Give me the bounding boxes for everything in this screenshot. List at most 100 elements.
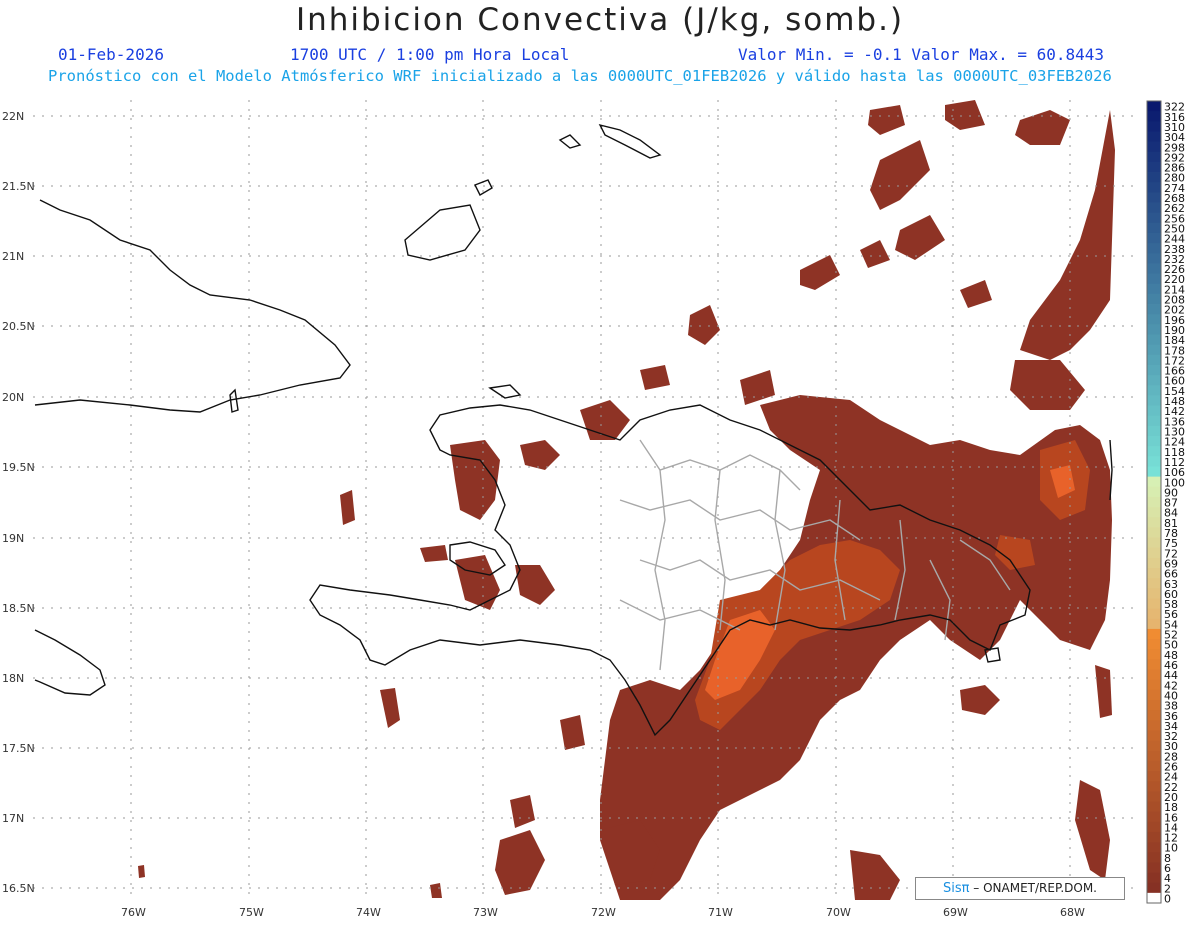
colorbar-swatch [1147, 578, 1161, 589]
lat-label-18-5n: 18.5N [2, 602, 35, 615]
lon-label-72w: 72W [591, 906, 616, 919]
colorbar-swatch [1147, 101, 1161, 112]
colorbar-swatch [1147, 628, 1161, 640]
colorbar-swatch [1147, 831, 1161, 843]
colorbar-swatch [1147, 456, 1161, 467]
colorbar-swatch [1147, 862, 1161, 873]
colorbar-swatch [1147, 507, 1161, 518]
colorbar-swatch [1147, 283, 1161, 295]
colorbar-swatch [1147, 334, 1161, 346]
colorbar-swatch [1147, 364, 1161, 376]
colorbar-swatch [1147, 811, 1161, 823]
colorbar-swatch [1147, 222, 1161, 234]
colorbar-swatch [1147, 182, 1161, 193]
colorbar-swatch [1147, 618, 1161, 630]
colorbar-swatch [1147, 872, 1161, 884]
colorbar-swatch [1147, 750, 1161, 762]
colorbar-swatch [1147, 192, 1161, 203]
colorbar-swatch [1147, 882, 1161, 894]
colorbar-swatch [1147, 476, 1161, 488]
lat-label-17-5n: 17.5N [2, 742, 35, 755]
colorbar-swatch [1147, 243, 1161, 254]
colorbar-swatch [1147, 781, 1161, 792]
longitude-labels: 76W 75W 74W 73W 72W 71W 70W 69W 68W [121, 906, 1085, 919]
colorbar-swatch [1147, 375, 1161, 386]
colorbar-swatch [1147, 436, 1161, 447]
lon-label-76w: 76W [121, 906, 146, 919]
colorbar-swatch [1147, 395, 1161, 406]
lat-label-19-5n: 19.5N [2, 461, 35, 474]
colorbar-label: 0 [1164, 892, 1171, 905]
colorbar-swatch [1147, 344, 1161, 356]
lon-label-68w: 68W [1060, 906, 1085, 919]
colorbar-swatch [1147, 253, 1161, 264]
lat-label-16-5n: 16.5N [2, 882, 35, 895]
colorbar-swatch [1147, 699, 1161, 711]
latitude-labels: 22N 21.5N 21N 20.5N 20N 19.5N 19N 18.5N … [2, 110, 35, 895]
colorbar-swatch [1147, 771, 1161, 782]
colorbar-swatch [1147, 527, 1161, 538]
credit-text: – ONAMET/REP.DOM. [973, 881, 1097, 895]
colorbar-swatch [1147, 232, 1161, 244]
colorbar: 3223163103042982922862802742682622562502… [1146, 100, 1185, 905]
colorbar-swatch [1147, 212, 1161, 224]
colorbar-swatch [1147, 385, 1161, 396]
colorbar-swatch [1147, 486, 1161, 498]
lon-label-75w: 75W [239, 906, 264, 919]
colorbar-swatch [1147, 801, 1161, 813]
lat-label-22n: 22N [2, 110, 24, 123]
colorbar-swatch [1147, 760, 1161, 772]
colorbar-swatch [1147, 567, 1161, 579]
lat-label-20-5n: 20.5N [2, 320, 35, 333]
colorbar-swatch [1147, 517, 1161, 528]
lon-label-69w: 69W [943, 906, 968, 919]
colorbar-swatch [1147, 547, 1161, 559]
colorbar-swatch [1147, 405, 1161, 417]
colorbar-swatch [1147, 354, 1161, 366]
colorbar-swatch [1147, 740, 1161, 752]
colorbar-swatch [1147, 588, 1161, 599]
colorbar-swatch [1147, 263, 1161, 274]
colorbar-swatch [1147, 293, 1161, 305]
lat-label-21-5n: 21.5N [2, 180, 35, 193]
colorbar-swatch [1147, 304, 1161, 315]
colorbar-swatch [1147, 679, 1161, 691]
lat-label-17n: 17N [2, 812, 24, 825]
cin-map: 22N 21.5N 21N 20.5N 20N 19.5N 19N 18.5N … [2, 100, 1185, 919]
colorbar-swatch [1147, 720, 1161, 731]
lon-label-71w: 71W [708, 906, 733, 919]
colorbar-swatch [1147, 892, 1161, 904]
colorbar-swatch [1147, 669, 1161, 681]
colorbar-swatch [1147, 821, 1161, 833]
colorbar-swatch [1147, 608, 1161, 620]
colorbar-swatch [1147, 659, 1161, 670]
lon-label-70w: 70W [826, 906, 851, 919]
colorbar-swatch [1147, 415, 1161, 427]
colorbar-swatch [1147, 730, 1161, 741]
colorbar-swatch [1147, 842, 1161, 853]
colorbar-swatch [1147, 496, 1161, 508]
lat-label-18n: 18N [2, 672, 24, 685]
lat-label-21n: 21N [2, 250, 24, 263]
sis-logo-text: Sisπ [942, 881, 970, 896]
lon-label-74w: 74W [356, 906, 381, 919]
colorbar-swatch [1147, 649, 1161, 660]
colorbar-swatch [1147, 273, 1161, 285]
colorbar-swatch [1147, 710, 1161, 721]
colorbar-swatch [1147, 151, 1161, 163]
colorbar-swatch [1147, 172, 1161, 183]
colorbar-swatch [1147, 111, 1161, 122]
lat-label-20n: 20N [2, 391, 24, 404]
colorbar-swatch [1147, 446, 1161, 457]
colorbar-swatch [1147, 537, 1161, 549]
colorbar-swatch [1147, 314, 1161, 325]
colorbar-swatch [1147, 425, 1161, 437]
colorbar-swatch [1147, 161, 1161, 173]
colorbar-swatch [1147, 202, 1161, 214]
credit-box: Sisπ – ONAMET/REP.DOM. [915, 877, 1125, 900]
colorbar-swatch [1147, 689, 1161, 701]
colorbar-swatch [1147, 852, 1161, 863]
lon-label-73w: 73W [473, 906, 498, 919]
colorbar-swatch [1147, 598, 1161, 609]
colorbar-swatch [1147, 324, 1161, 335]
